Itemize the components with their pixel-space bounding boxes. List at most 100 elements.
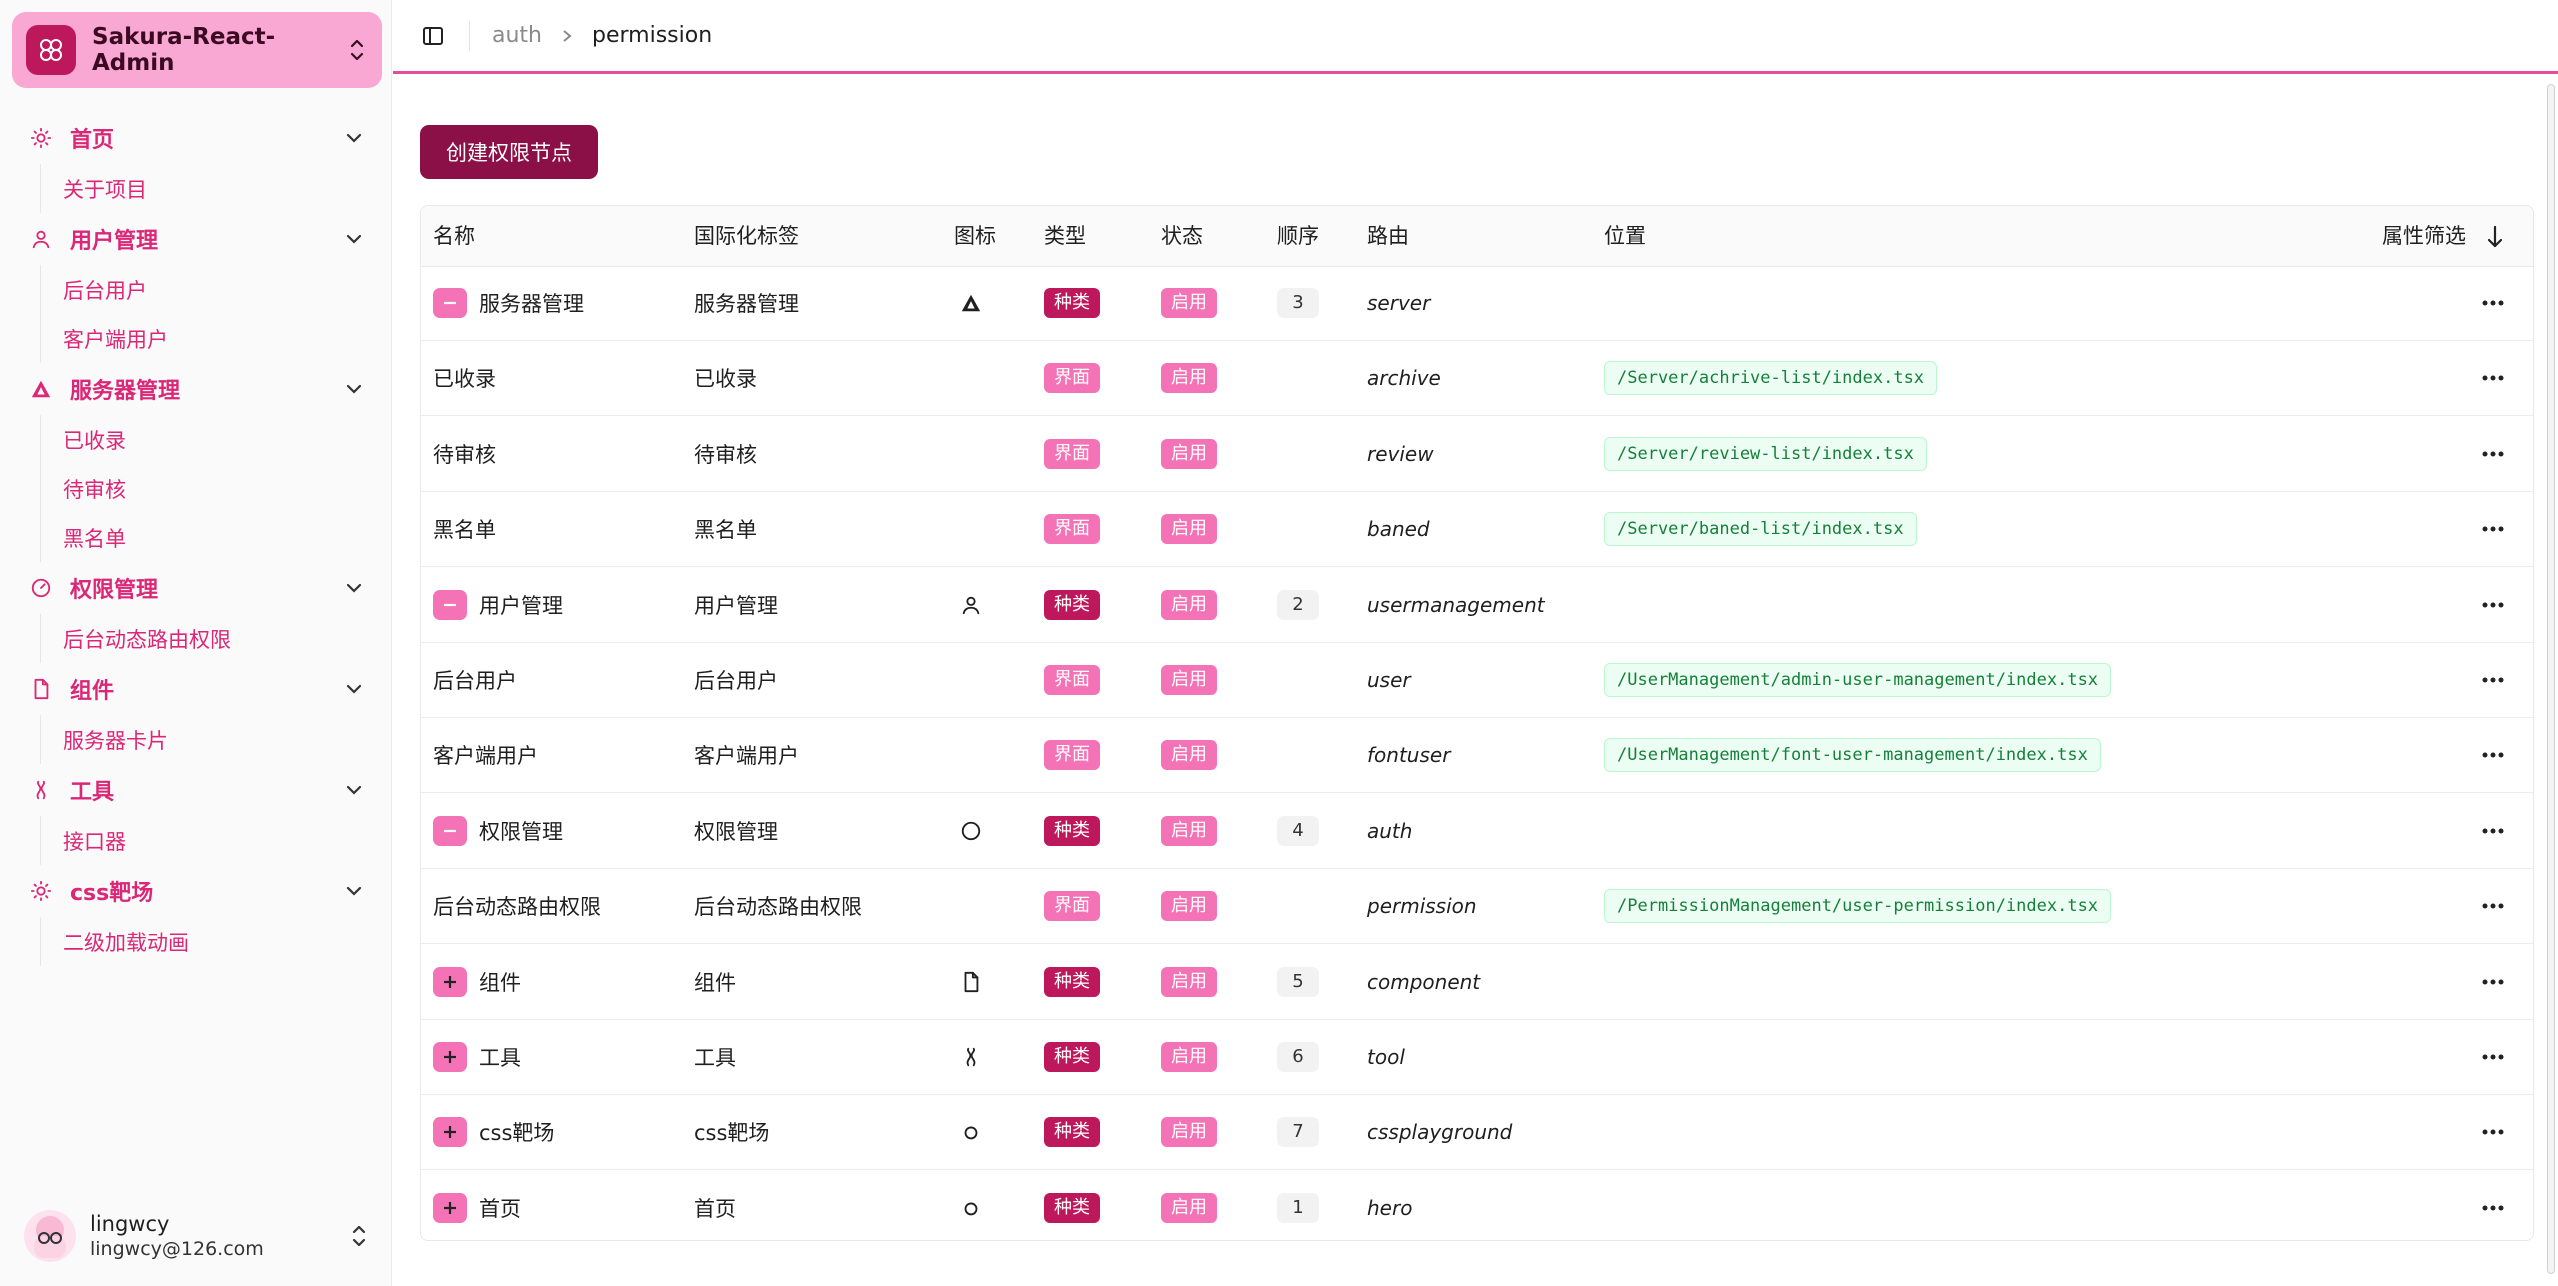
nav-group-label: 权限管理 xyxy=(70,578,159,603)
sidebar-item[interactable]: 已收录 xyxy=(41,415,392,464)
sidebar-item[interactable]: 后台动态路由权限 xyxy=(41,614,392,663)
chevron-down-icon[interactable] xyxy=(344,128,364,148)
cell-name: 用户管理 xyxy=(433,568,563,642)
status-badge: 启用 xyxy=(1161,363,1217,394)
nav-group-6[interactable]: css靶场 xyxy=(0,865,392,917)
more-actions-button[interactable] xyxy=(2473,1188,2513,1228)
cell-order: 6 xyxy=(1277,1020,1319,1094)
create-permission-button[interactable]: 创建权限节点 xyxy=(420,125,598,179)
cell-type: 种类 xyxy=(1044,568,1100,642)
small-circle-icon xyxy=(954,1171,988,1240)
sun-icon xyxy=(28,125,54,151)
type-tag: 种类 xyxy=(1044,288,1100,318)
row-name: 后台动态路由权限 xyxy=(433,895,601,920)
expand-row-button[interactable] xyxy=(433,1117,467,1148)
cell-status: 启用 xyxy=(1161,1095,1217,1169)
cell-status: 启用 xyxy=(1161,1020,1217,1094)
sidebar-item[interactable]: 服务器卡片 xyxy=(41,715,392,764)
type-tag: 界面 xyxy=(1044,363,1100,394)
more-actions-button[interactable] xyxy=(2473,585,2513,625)
cell-route: review xyxy=(1367,441,1434,466)
chevrons-up-down-icon xyxy=(350,39,364,61)
table-row: 已收录 已收录 界面 启用 archive/Server/achrive-list/in… xyxy=(421,341,2533,417)
cell-name: 后台用户 xyxy=(433,643,517,717)
chevron-down-icon[interactable] xyxy=(344,881,364,901)
nav-group-4[interactable]: 组件 xyxy=(0,663,392,715)
sidebar-nav: 首页 关于项目 用户管理 后台用户 客户端用户 服务器管理 已收录 待审核 黑名单权限管理后台动… xyxy=(0,112,392,966)
cell-route: usermanagement xyxy=(1367,592,1545,617)
sidebar-item[interactable]: 后台用户 xyxy=(41,265,392,314)
chevron-down-icon[interactable] xyxy=(344,578,364,598)
row-name: 后台用户 xyxy=(433,669,517,693)
app-switcher[interactable]: Sakura-React-Admin xyxy=(12,12,382,88)
more-actions-button[interactable] xyxy=(2473,886,2513,926)
expand-row-button[interactable] xyxy=(433,966,467,997)
header-name: 名称 xyxy=(433,224,475,248)
cell-i18n: 后台用户 xyxy=(694,669,778,693)
more-actions-button[interactable] xyxy=(2473,509,2513,549)
type-tag: 种类 xyxy=(1044,589,1100,620)
collapse-row-button[interactable] xyxy=(433,589,467,620)
chevrons-up-down-icon xyxy=(352,1225,366,1247)
sidebar-item[interactable]: 黑名单 xyxy=(41,513,392,562)
type-tag: 界面 xyxy=(1044,514,1100,545)
path-tag: /Server/review-list/index.tsx xyxy=(1604,436,1927,471)
nav-group-1[interactable]: 用户管理 xyxy=(0,213,392,265)
chevron-down-icon[interactable] xyxy=(344,780,364,800)
header-filter[interactable]: 属性筛选 xyxy=(2382,206,2466,266)
table-row: 后台用户 后台用户 界面 启用 user/UserManagement/admin-us… xyxy=(421,643,2533,718)
sidebar-item[interactable]: 二级加载动画 xyxy=(41,917,392,966)
collapse-row-button[interactable] xyxy=(433,288,467,318)
more-actions-button[interactable] xyxy=(2473,1112,2513,1152)
sidebar-item[interactable]: 关于项目 xyxy=(41,164,392,213)
sidebar-toggle-button[interactable] xyxy=(419,22,447,50)
more-actions-button[interactable] xyxy=(2473,434,2513,474)
table-row: 客户端用户 客户端用户 界面 启用 fontuser/UserManagement/fo… xyxy=(421,718,2533,794)
header-i18n: 国际化标签 xyxy=(694,224,799,248)
collapse-row-button[interactable] xyxy=(433,815,467,846)
scrollbar-thumb[interactable] xyxy=(2547,84,2555,1274)
sidebar-item[interactable]: 待审核 xyxy=(41,464,392,513)
expand-row-button[interactable] xyxy=(433,1042,467,1072)
user-menu[interactable]: lingwcy lingwcy@126.com xyxy=(12,1196,382,1276)
more-actions-button[interactable] xyxy=(2473,962,2513,1002)
more-actions-button[interactable] xyxy=(2473,1037,2513,1077)
more-actions-button[interactable] xyxy=(2473,811,2513,851)
path-tag: /PermissionManagement/user-permission/in… xyxy=(1604,889,2112,924)
arrow-down-icon[interactable] xyxy=(2485,224,2505,250)
cell-type: 界面 xyxy=(1044,341,1100,415)
order-badge: 3 xyxy=(1277,288,1319,318)
cell-i18n: 待审核 xyxy=(694,442,757,467)
nav-group-3[interactable]: 权限管理 xyxy=(0,562,392,614)
chevron-down-icon[interactable] xyxy=(344,379,364,399)
expand-row-button[interactable] xyxy=(433,1192,467,1223)
nav-group-5[interactable]: 工具 xyxy=(0,764,392,816)
cell-icon xyxy=(954,341,988,415)
chevron-down-icon[interactable] xyxy=(344,679,364,699)
more-actions-button[interactable] xyxy=(2473,660,2513,700)
type-tag: 界面 xyxy=(1044,891,1100,922)
cell-status: 启用 xyxy=(1161,945,1217,1019)
more-horizontal-icon xyxy=(2482,451,2504,457)
chevron-down-icon[interactable] xyxy=(344,229,364,249)
nav-submenu: 后台用户 客户端用户 xyxy=(40,265,392,363)
cell-type: 种类 xyxy=(1044,945,1100,1019)
order-badge: 2 xyxy=(1277,589,1319,620)
breadcrumb-parent[interactable]: auth xyxy=(492,23,542,48)
gauge-icon xyxy=(28,575,54,601)
more-horizontal-icon xyxy=(2482,375,2504,381)
circle-icon xyxy=(954,794,988,868)
more-actions-button[interactable] xyxy=(2473,735,2513,775)
more-actions-button[interactable] xyxy=(2473,358,2513,398)
more-actions-button[interactable] xyxy=(2473,283,2513,323)
nav-group-0[interactable]: 首页 xyxy=(0,112,392,164)
sidebar-item[interactable]: 接口器 xyxy=(41,816,392,865)
nav-group-2[interactable]: 服务器管理 xyxy=(0,363,392,415)
cell-order: 1 xyxy=(1277,1171,1319,1240)
top-bar: auth permission xyxy=(393,0,2558,74)
sidebar-item[interactable]: 客户端用户 xyxy=(41,314,392,363)
cell-name: 组件 xyxy=(433,945,521,1019)
cell-route: server xyxy=(1367,291,1431,315)
cell-i18n: 权限管理 xyxy=(694,819,778,844)
scrollbar[interactable] xyxy=(2546,74,2556,1286)
